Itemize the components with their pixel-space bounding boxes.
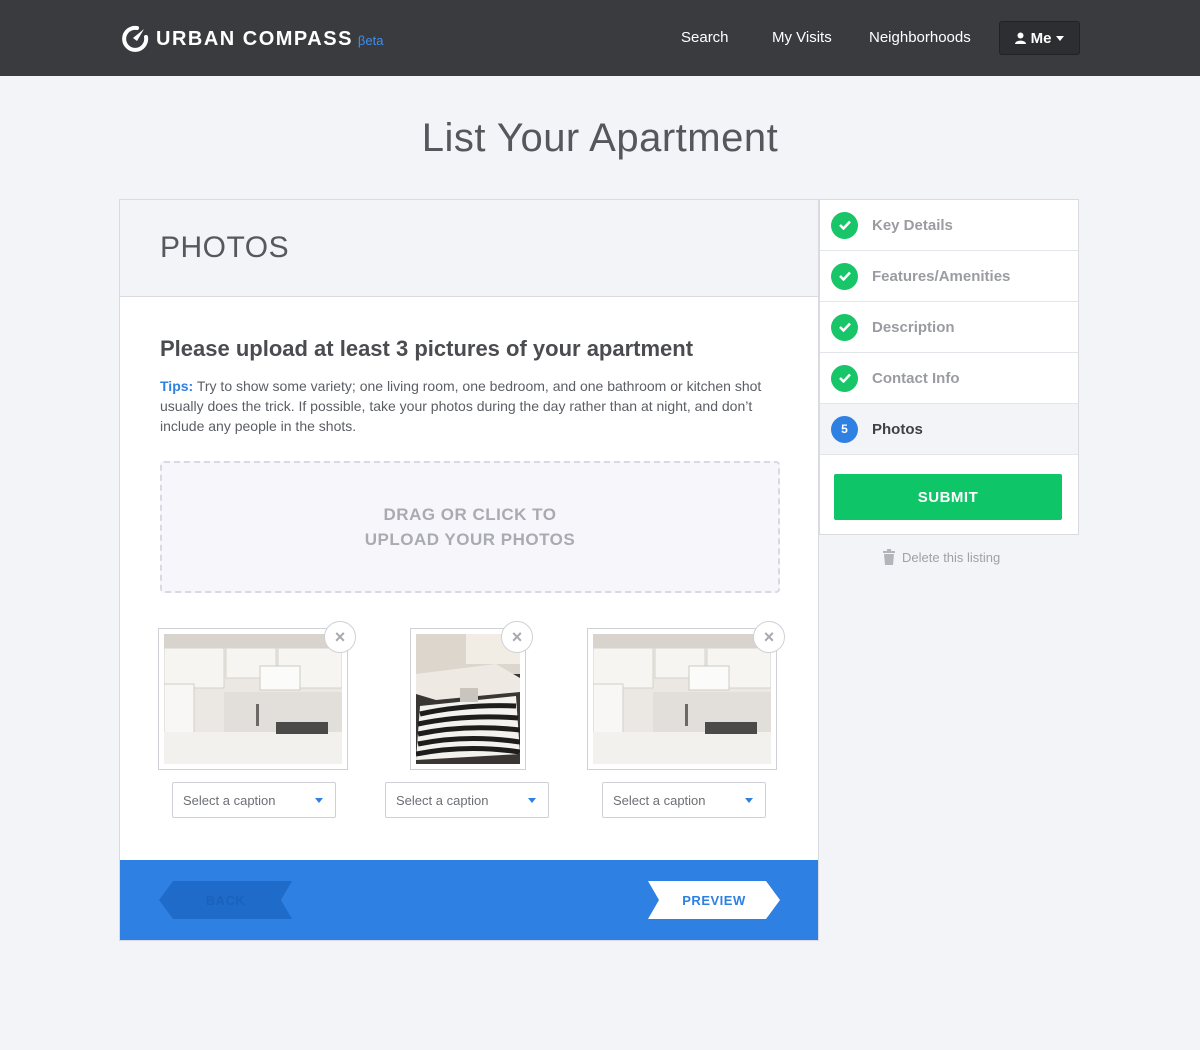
step-contact-info[interactable]: Contact Info [820,353,1078,404]
close-icon: × [763,627,775,647]
delete-listing-label: Delete this listing [902,549,1001,565]
step-label: Photos [872,420,923,438]
section-title: PHOTOS [160,231,290,264]
photo-thumbnail-3[interactable] [587,628,777,770]
step-label: Description [872,318,955,336]
page-title: List Your Apartment [421,116,779,160]
top-navbar: URBAN COMPASS βeta Search My Visits Neig… [0,0,1200,76]
check-icon [831,262,858,290]
step-label: Contact Info [872,369,960,387]
steps-sidebar: Key Details Features/Amenities Descripti… [819,199,1079,535]
check-icon [831,313,858,341]
caption-placeholder: Select a caption [613,792,706,808]
chevron-down-icon [745,798,753,803]
user-icon [1014,32,1026,44]
caption-placeholder: Select a caption [396,792,489,808]
beta-badge: βeta [357,32,384,48]
close-icon: × [334,627,346,647]
back-button[interactable]: BACK [159,881,292,919]
upload-heading: Please upload at least 3 pictures of you… [160,336,694,361]
user-menu-label: Me [1030,29,1052,47]
brand-name: URBAN COMPASS [156,27,353,50]
living-room-photo [416,634,520,764]
kitchen-photo [164,634,342,764]
back-label: BACK [205,892,246,908]
tips-body: Try to show some variety; one living roo… [160,378,762,434]
remove-photo-2-button[interactable]: × [501,621,533,653]
tips-text: Tips: Try to show some variety; one livi… [160,376,790,436]
trash-icon [883,549,895,565]
close-icon: × [511,627,523,647]
chevron-down-icon [1056,35,1065,41]
dropzone-line-2: UPLOAD YOUR PHOTOS [364,530,576,549]
tips-label: Tips: [160,378,194,394]
kitchen-photo [593,634,771,764]
preview-button[interactable]: PREVIEW [648,881,780,919]
chevron-down-icon [528,798,536,803]
caption-select-2[interactable]: Select a caption [385,782,549,818]
step-photos[interactable]: 5 Photos [820,404,1078,455]
check-icon [831,364,858,392]
caption-placeholder: Select a caption [183,792,276,808]
nav-neighborhoods[interactable]: Neighborhoods [869,29,971,46]
step-label: Features/Amenities [872,267,1011,285]
photo-upload-dropzone[interactable]: DRAG OR CLICK TO UPLOAD YOUR PHOTOS [160,461,780,593]
caption-select-1[interactable]: Select a caption [172,782,336,818]
photo-thumbnail-1[interactable] [158,628,348,770]
check-icon [831,211,858,239]
chevron-down-icon [315,798,323,803]
user-menu-button[interactable]: Me [999,21,1080,55]
dropzone-line-1: DRAG OR CLICK TO [383,505,557,524]
step-description[interactable]: Description [820,302,1078,353]
step-key-details[interactable]: Key Details [820,200,1078,251]
preview-label: PREVIEW [682,892,746,908]
submit-button[interactable]: SUBMIT [834,474,1062,520]
compass-logo-icon [122,25,149,52]
photos-panel: PHOTOS Please upload at least 3 pictures… [119,199,819,941]
remove-photo-1-button[interactable]: × [324,621,356,653]
step-label: Key Details [872,216,953,234]
nav-search[interactable]: Search [681,29,729,46]
panel-footer: BACK PREVIEW [120,860,818,940]
brand-logo[interactable]: URBAN COMPASS βeta [120,23,383,55]
remove-photo-3-button[interactable]: × [753,621,785,653]
step-number: 5 [831,415,858,443]
nav-my-visits[interactable]: My Visits [772,29,832,46]
caption-select-3[interactable]: Select a caption [602,782,766,818]
delete-listing-link[interactable]: Delete this listing [882,549,1000,565]
panel-header: PHOTOS [120,200,818,297]
step-features-amenities[interactable]: Features/Amenities [820,251,1078,302]
